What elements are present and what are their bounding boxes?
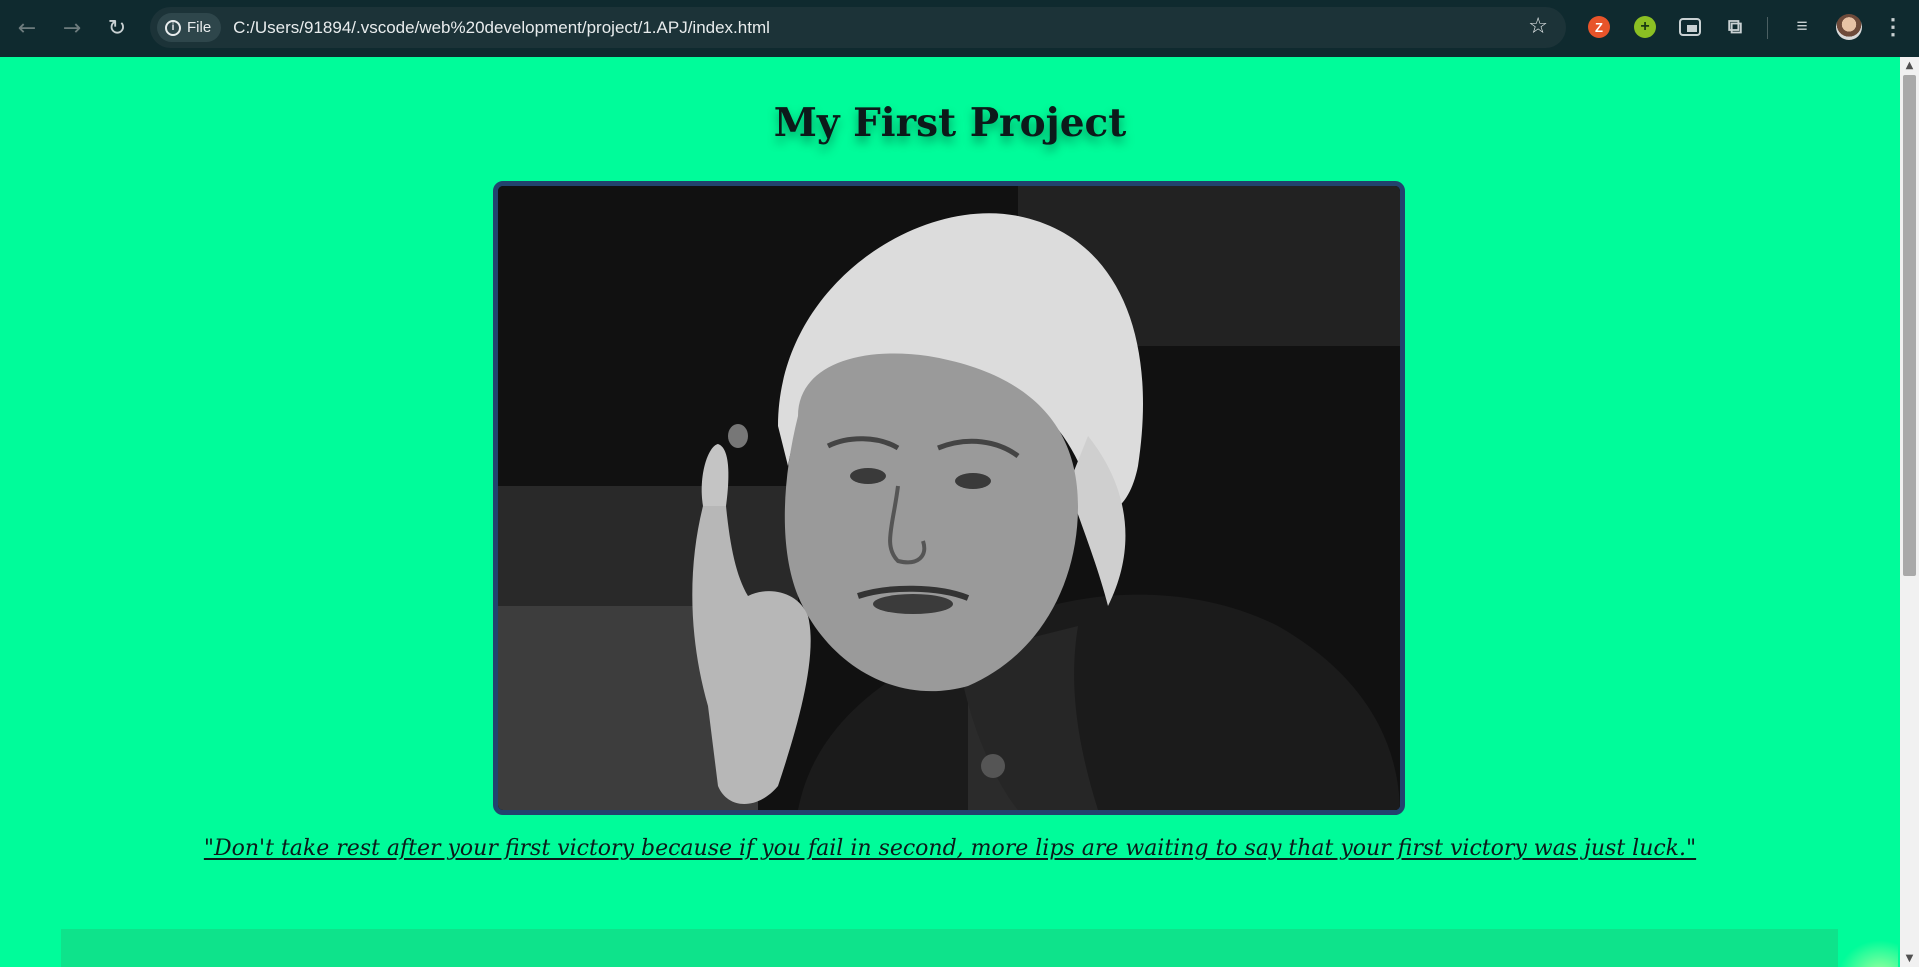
scroll-down-icon[interactable]: ▼ xyxy=(1900,950,1919,967)
content-panel xyxy=(61,929,1838,967)
arrow-right-icon: → xyxy=(62,15,82,41)
scroll-up-icon[interactable]: ▲ xyxy=(1900,57,1919,74)
arrow-left-icon: ← xyxy=(17,15,37,41)
site-info-chip[interactable]: i File xyxy=(157,13,222,42)
add-extension-icon[interactable]: + xyxy=(1634,16,1656,38)
reload-button[interactable]: ↻ xyxy=(99,10,135,46)
browser-toolbar: ← → ↻ i File C:/Users/91894/.vscode/web%… xyxy=(0,0,1919,57)
back-button[interactable]: ← xyxy=(9,10,45,46)
toolbar-divider xyxy=(1767,17,1768,39)
page-title: My First Project xyxy=(773,100,1127,146)
site-chip-label: File xyxy=(187,19,212,36)
extensions-puzzle-icon[interactable]: ⧉ xyxy=(1724,16,1746,38)
url-text[interactable]: C:/Users/91894/.vscode/web%20development… xyxy=(233,18,770,38)
reload-icon: ↻ xyxy=(107,15,127,41)
portrait-image xyxy=(493,181,1405,815)
scrollbar-thumb[interactable] xyxy=(1903,75,1916,576)
info-icon: i xyxy=(165,19,181,36)
quote-text[interactable]: "Don't take rest after your first victor… xyxy=(0,836,1900,861)
star-icon[interactable]: ☆ xyxy=(1528,15,1548,39)
media-controls-icon[interactable]: ≡ xyxy=(1791,16,1813,38)
tab-search-icon[interactable] xyxy=(1679,18,1701,36)
kebab-menu-icon[interactable]: ⋮ xyxy=(1882,14,1904,39)
address-bar[interactable]: i File C:/Users/91894/.vscode/web%20deve… xyxy=(150,7,1566,48)
decorative-glow xyxy=(1838,940,1898,967)
portrait-illustration xyxy=(498,186,1400,810)
zotero-extension-icon[interactable]: Z xyxy=(1588,16,1610,38)
forward-button[interactable]: → xyxy=(54,10,90,46)
vertical-scrollbar[interactable]: ▲ ▼ xyxy=(1900,57,1919,967)
profile-avatar[interactable] xyxy=(1836,14,1862,40)
